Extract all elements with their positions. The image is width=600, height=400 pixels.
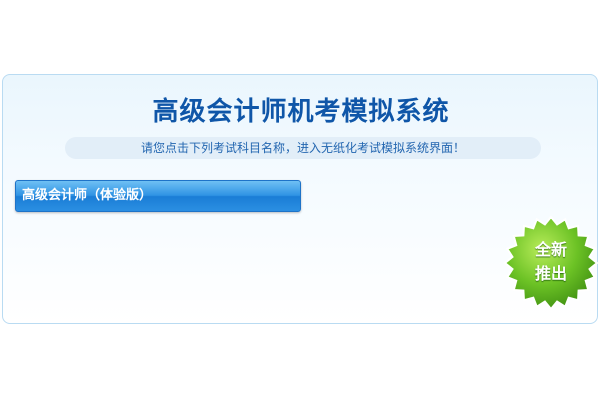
new-release-badge: 全新 推出 [503, 215, 599, 311]
badge-line-2: 推出 [534, 264, 567, 283]
instruction-text: 请您点击下列考试科目名称，进入无纸化考试模拟系统界面！ [140, 141, 465, 155]
badge-line-1: 全新 [534, 240, 567, 259]
exam-button-label: 高级会计师（体验版） [22, 188, 153, 203]
exam-button-senior-accountant-trial[interactable]: 高级会计师（体验版） [15, 180, 301, 212]
page-title: 高级会计师机考模拟系统 [152, 97, 450, 127]
main-panel: 高级会计师机考模拟系统 请您点击下列考试科目名称，进入无纸化考试模拟系统界面！ … [2, 74, 599, 324]
starburst-badge-icon [503, 215, 599, 311]
instruction-bar: 请您点击下列考试科目名称，进入无纸化考试模拟系统界面！ [65, 137, 541, 159]
